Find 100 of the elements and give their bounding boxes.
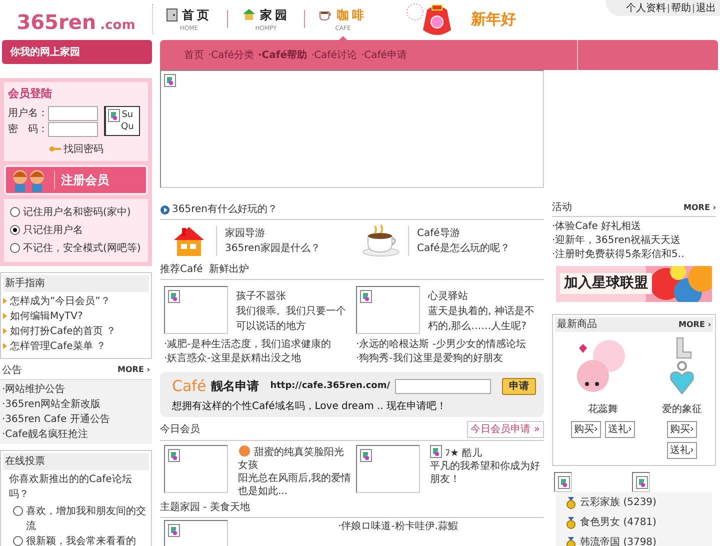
bullet-arrow-icon [3,298,7,304]
panel-title: 会员登陆 [8,86,53,102]
guide-title[interactable]: 家园导游 [225,226,320,241]
broken-image-icon [360,290,372,303]
more-link[interactable]: MORE › [678,318,711,330]
broken-image-icon [430,444,442,458]
domain-prefix: http://cafe.365ren.com/ [270,380,390,392]
field-label: 密 码： [8,122,48,136]
bullet-arrow-icon [3,343,7,349]
poll-question: 你喜欢新推出的的Cafe论坛吗？ [8,472,133,502]
notice-link[interactable]: ·365ren Cafe 开通公告 [2,412,150,426]
cafe-description: 蓝天是执着的, 神话是不朽的,那么……人生呢? [428,304,536,334]
broken-image-icon [164,74,176,87]
section-title: 活动 [552,201,572,215]
broken-image-icon [168,448,180,462]
member-name[interactable]: ﾌ★ 酷儿 [430,444,544,460]
user-link[interactable]: 个人资料 [626,0,666,16]
theme-link[interactable]: ·伴娘ロ味道-粉卡哇伊.蒜鰕 [338,520,458,534]
gift-button[interactable]: 送礼› [605,421,635,438]
play-icon [160,204,170,214]
section-title: 最新商品 [557,318,597,332]
guide-link[interactable]: 如何打扮Cafe的首页 ？ [10,324,116,338]
notice-link[interactable]: ·网站维护公告 [2,382,150,396]
cafe-link[interactable]: ·永远的哈根达斯 -少男少女的情感论坛 [356,338,544,352]
cafe-link[interactable]: ·减肥-是种生活态度，我们追求健康的 [164,338,352,352]
banner-text[interactable]: 加入星球联盟 [560,273,652,294]
key-icon [48,146,60,152]
house-icon [242,8,256,21]
broken-image-icon [168,290,180,303]
bullet-arrow-icon [3,328,7,334]
house-icon [172,224,206,258]
radio-button[interactable] [13,506,23,516]
coffee-cup-icon [361,224,401,258]
member-name[interactable]: 甜蜜的纯真笑脸阳光女孩 [238,444,352,472]
forgot-password-link[interactable]: 找回密码 [64,142,104,156]
door-icon [166,8,178,22]
product-name: 花蕊舞 [588,402,618,417]
bullet-arrow-icon [3,313,7,319]
section-tab[interactable]: 推荐Café [160,262,203,277]
user-link[interactable]: 退出 [696,0,716,16]
guide-link[interactable]: 如何编辑MyTV? [10,308,83,324]
logo[interactable]: 365ren .com [16,12,136,32]
domain-input-field[interactable] [395,378,491,394]
radio-label: 记住用户名和密码(家中) [23,206,131,220]
slogan-banner: 你我的网上家园 [2,40,152,64]
section-title: 今日会员 [160,422,200,436]
ranking-link[interactable]: 食色男女 (4781) [580,515,656,530]
radio-label: 很新颖，我会常来看看的 [26,534,136,546]
product-name: 爱的象征 [662,402,702,417]
more-link[interactable]: MORE › [684,202,716,214]
broken-image-icon [360,448,372,462]
cafe-description: 我们很乖。我们只要一个可以说话的地方 [236,304,347,334]
event-link[interactable]: ·体验Cafe 好礼相送 [552,220,716,234]
cafe-link[interactable]: ·妖言惑众-这里是妖精出没之地 [164,352,352,366]
domain-title: 靓名申请 [211,378,260,396]
more-link[interactable]: MORE › [118,364,150,376]
radio-label: 喜欢，增加我和朋友间的交流 [26,504,147,534]
section-title: 365ren有什么好玩的？ [172,203,278,217]
guide-link[interactable]: 怎样管理Cafe菜单 ？ [10,338,106,354]
radio-button[interactable] [10,225,20,235]
notice-link[interactable]: ·Cafe靓名疯狂抢注 [2,426,150,442]
guide-link[interactable]: 365ren家园是什么？ [225,241,320,256]
event-link[interactable]: ·迎新年，365ren祝福天天送 [552,234,716,248]
apply-button[interactable]: 申请 [502,378,536,395]
member-apply-button[interactable]: 今日会员申请 » [466,420,544,438]
cafe-title[interactable]: 孩子不嚣张 [236,289,348,304]
radio-label: 只记住用户名 [23,224,83,238]
member-description: 平凡的我希望和你成为好朋友！ [430,460,541,486]
gift-button[interactable]: 送礼› [667,442,697,459]
field-label: 用户名： [8,106,48,120]
buy-button[interactable]: 购买› [667,421,697,438]
input-field[interactable] [48,122,98,136]
broken-image-icon [636,476,648,489]
cafe-brand: Café [172,376,206,397]
notice-link[interactable]: ·365ren网站全新改版 [2,396,150,412]
section-tab[interactable]: 新鲜出炉 [208,262,249,277]
radio-button[interactable] [10,207,20,217]
broken-image-icon [168,524,180,536]
section-title: 主题家园 - 美食天地 [160,502,250,512]
ranking-link[interactable]: 云彩家族 (5239) [580,495,656,510]
panel-title: 新手指南 [3,274,149,292]
user-link[interactable]: 帮助 [671,0,691,16]
medal-icon [566,516,576,528]
medal-icon [566,496,576,508]
ranking-link[interactable]: 韩流帝国 (3798) [580,535,656,546]
panel-title: 在线投票 [3,452,149,470]
radio-label: 不记住，安全模式(网吧等) [23,242,141,256]
radio-button[interactable] [13,536,23,546]
event-link[interactable]: ·注册时免费获得5条彩信和5.. [552,248,716,262]
input-field[interactable] [48,106,98,120]
greeting-text: 新年好 [471,8,516,30]
member-description: 阳光总在风雨后,我的爱情也是如此... [238,472,352,498]
guide-link[interactable]: Café是怎么玩的呢？ [417,241,510,256]
cafe-title[interactable]: 心灵驿站 [428,289,540,304]
buy-button[interactable]: 购买› [571,421,601,438]
cafe-link[interactable]: ·狗狗秀-我们这里是爱狗的好朋友 [356,352,544,366]
radio-button[interactable] [10,243,20,253]
guide-title[interactable]: Café导游 [417,226,510,241]
guide-link[interactable]: 怎样成为“今日会员”？ [10,294,110,308]
submit-button[interactable]: Su Qu [104,106,140,136]
